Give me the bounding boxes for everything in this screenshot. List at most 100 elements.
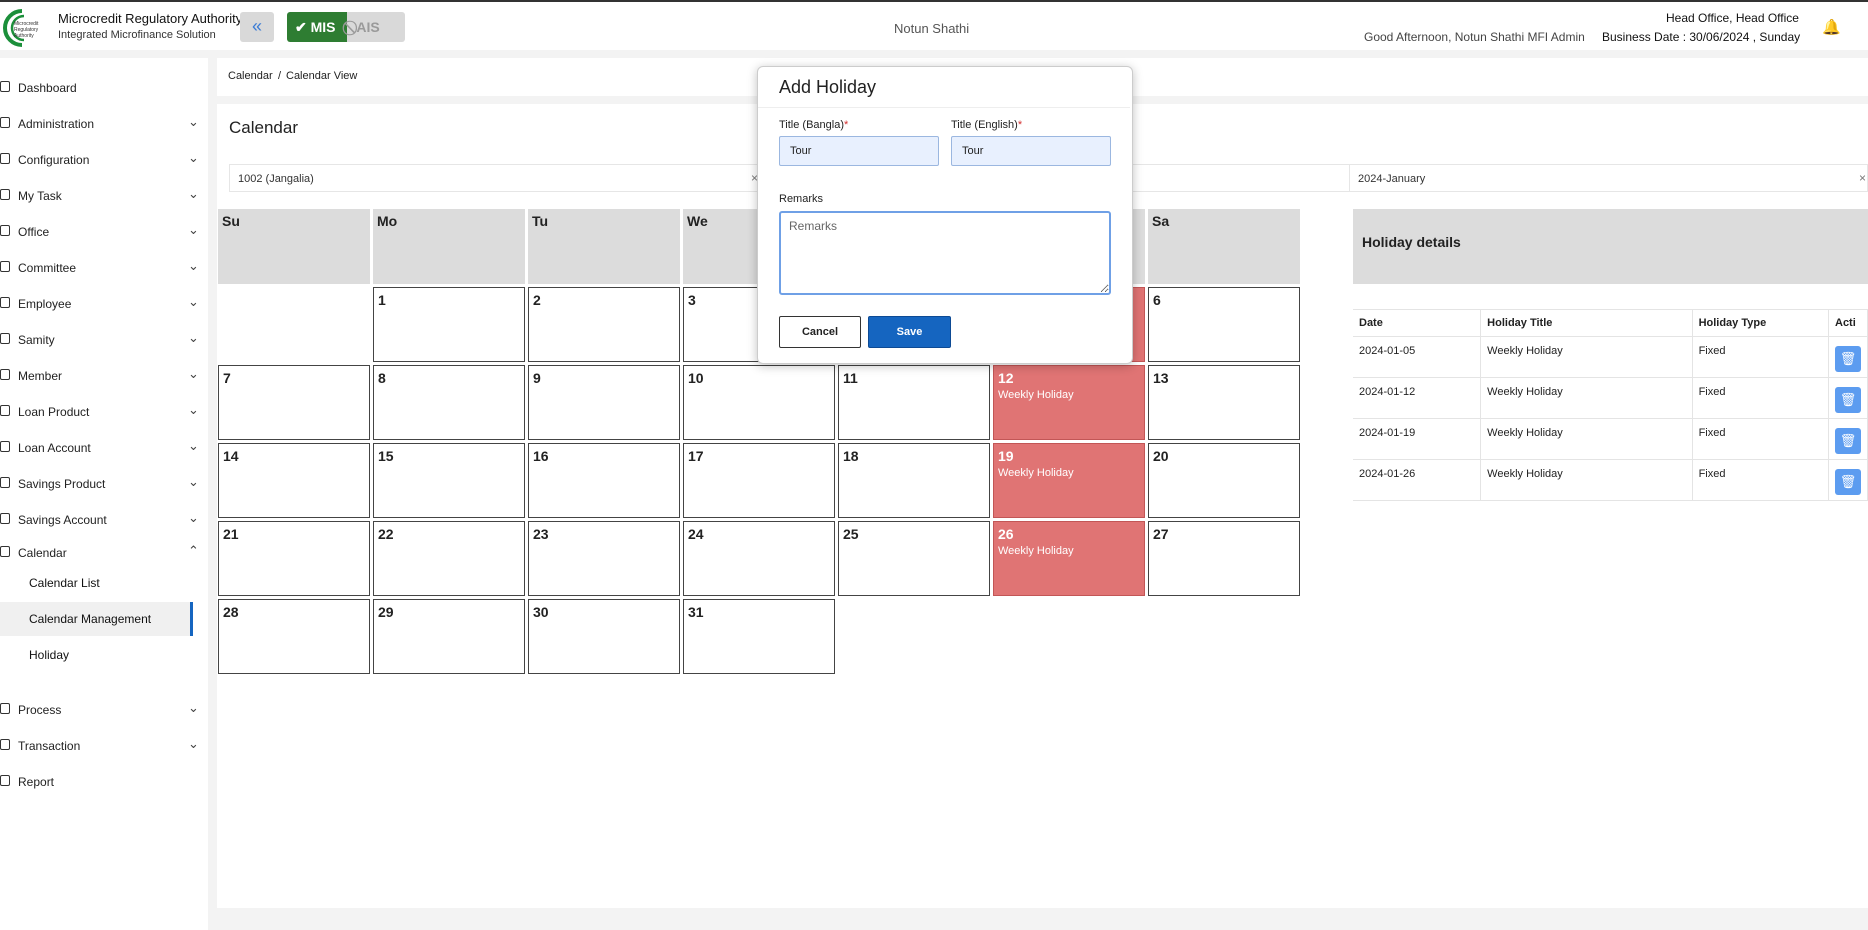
day-cell[interactable]: 1 <box>373 287 525 362</box>
modal-title: Add Holiday <box>779 77 877 97</box>
collapse-sidebar-button[interactable]: « <box>240 12 274 42</box>
holiday-day-cell[interactable]: 19 Weekly Holiday <box>993 443 1145 518</box>
day-cell[interactable]: 10 <box>683 365 835 440</box>
cancel-button[interactable]: Cancel <box>779 316 861 348</box>
day-cell[interactable]: 18 <box>838 443 990 518</box>
holiday-day-cell[interactable]: 26 Weekly Holiday <box>993 521 1145 596</box>
day-cell[interactable]: 21 <box>218 521 370 596</box>
day-cell[interactable]: 14 <box>218 443 370 518</box>
sidebar-item-report[interactable]: Report <box>0 767 208 797</box>
delete-holiday-button[interactable]: 🗑 <box>1835 428 1861 454</box>
cell-type: Fixed <box>1692 377 1830 419</box>
day-cell[interactable]: 11 <box>838 365 990 440</box>
holiday-event-label[interactable]: Weekly Holiday <box>998 545 1074 557</box>
sidebar: Dashboard Administration ⌄ Configuration ⌄ My… <box>0 58 208 930</box>
breadcrumb-parent[interactable]: Calendar <box>228 70 273 82</box>
clear-month-icon[interactable]: × <box>1859 171 1866 185</box>
chevron-down-icon: ⌄ <box>188 186 199 201</box>
sidebar-item-committee[interactable]: Committee ⌄ <box>0 253 208 283</box>
sidebar-item-label: Employee <box>18 297 72 311</box>
day-cell[interactable]: 17 <box>683 443 835 518</box>
sidebar-subitem-label: Calendar List <box>29 576 100 590</box>
top-bar: Microcredit Regulatory Authority Microcr… <box>0 0 1868 50</box>
chevron-down-icon: ⌄ <box>188 150 199 165</box>
day-cell[interactable]: 13 <box>1148 365 1300 440</box>
day-cell[interactable]: 9 <box>528 365 680 440</box>
holiday-event-label[interactable]: Weekly Holiday <box>998 389 1074 401</box>
day-number: 24 <box>688 526 704 542</box>
sidebar-item-process[interactable]: Process ⌄ <box>0 695 208 725</box>
day-cell[interactable]: 22 <box>373 521 525 596</box>
sidebar-item-office[interactable]: Office ⌄ <box>0 217 208 247</box>
title-bangla-label: Title (Bangla)* <box>779 119 848 131</box>
office-select[interactable]: 1002 (Jangalia) × <box>229 164 771 192</box>
sidebar-item-savings-product[interactable]: Savings Product ⌄ <box>0 469 208 499</box>
day-cell[interactable]: 24 <box>683 521 835 596</box>
day-cell[interactable]: 15 <box>373 443 525 518</box>
ais-button[interactable]: ⃠ AIS <box>347 12 405 42</box>
day-number: 10 <box>688 370 704 386</box>
sidebar-subitem-holiday[interactable]: Holiday <box>0 638 190 672</box>
day-cell[interactable]: 23 <box>528 521 680 596</box>
mis-label: MIS <box>310 19 336 35</box>
day-header: Sa <box>1148 209 1300 284</box>
day-cell[interactable]: 27 <box>1148 521 1300 596</box>
sidebar-subitem-calendar-list[interactable]: Calendar List <box>0 566 190 600</box>
sidebar-item-dashboard[interactable]: Dashboard <box>0 73 208 103</box>
delete-holiday-button[interactable]: 🗑 <box>1835 387 1861 413</box>
day-cell[interactable]: 28 <box>218 599 370 674</box>
day-cell[interactable]: 29 <box>373 599 525 674</box>
day-number: 9 <box>533 370 541 386</box>
day-number: 23 <box>533 526 549 542</box>
sidebar-item-administration[interactable]: Administration ⌄ <box>0 109 208 139</box>
day-cell[interactable]: 6 <box>1148 287 1300 362</box>
day-cell[interactable]: 20 <box>1148 443 1300 518</box>
month-select[interactable]: 2024-January × <box>1349 164 1868 192</box>
day-header: Tu <box>528 209 680 284</box>
page-title: Calendar <box>229 118 298 137</box>
day-header-label: We <box>687 213 708 229</box>
save-button[interactable]: Save <box>868 316 951 348</box>
sidebar-item-loan-account[interactable]: Loan Account ⌄ <box>0 433 208 463</box>
required-mark: * <box>1017 119 1023 131</box>
sidebar-subitem-label: Holiday <box>29 648 70 662</box>
sidebar-item-label: Process <box>18 703 62 717</box>
bell-icon[interactable]: 🔔 <box>1822 18 1841 36</box>
day-cell[interactable]: 8 <box>373 365 525 440</box>
remarks-textarea[interactable] <box>779 211 1111 295</box>
chevron-down-icon: ⌄ <box>188 258 199 273</box>
day-cell[interactable]: 2 <box>528 287 680 362</box>
sidebar-item-samity[interactable]: Samity ⌄ <box>0 325 208 355</box>
sidebar-item-label: Member <box>18 369 63 383</box>
chevron-down-icon: ⌄ <box>188 438 199 453</box>
title-english-input[interactable]: Tour <box>951 136 1111 166</box>
delete-holiday-button[interactable]: 🗑 <box>1835 346 1861 372</box>
day-cell[interactable]: 30 <box>528 599 680 674</box>
mis-button[interactable]: ✔ MIS <box>287 12 347 42</box>
sidebar-item-my-task[interactable]: My Task ⌄ <box>0 181 208 211</box>
sidebar-item-member[interactable]: Member ⌄ <box>0 361 208 391</box>
delete-holiday-button[interactable]: 🗑 <box>1835 469 1861 495</box>
holiday-event-label[interactable]: Weekly Holiday <box>998 467 1074 479</box>
sidebar-item-savings-account[interactable]: Savings Account ⌄ <box>0 505 208 535</box>
day-number: 25 <box>843 526 859 542</box>
sidebar-item-label: Savings Account <box>18 513 107 527</box>
sidebar-item-loan-product[interactable]: Loan Product ⌄ <box>0 397 208 427</box>
day-cell[interactable]: 25 <box>838 521 990 596</box>
cell-date: 2024-01-05 <box>1353 336 1482 378</box>
day-cell[interactable]: 7 <box>218 365 370 440</box>
sidebar-item-employee[interactable]: Employee ⌄ <box>0 289 208 319</box>
sidebar-item-label: Dashboard <box>18 81 77 95</box>
sidebar-item-configuration[interactable]: Configuration ⌄ <box>0 145 208 175</box>
sidebar-subitem-calendar-management[interactable]: Calendar Management <box>0 602 193 636</box>
sidebar-item-label: Loan Product <box>18 405 90 419</box>
col-date: Date <box>1353 309 1482 337</box>
day-cell[interactable]: 16 <box>528 443 680 518</box>
title-bangla-input[interactable]: Tour <box>779 136 939 166</box>
day-cell[interactable]: 31 <box>683 599 835 674</box>
holiday-day-cell[interactable]: 12 Weekly Holiday <box>993 365 1145 440</box>
sidebar-item-transaction[interactable]: Transaction ⌄ <box>0 731 208 761</box>
sidebar-item-calendar[interactable]: Calendar ⌃ <box>0 538 208 568</box>
sidebar-item-label: Administration <box>18 117 95 131</box>
office-name: Head Office, Head Office <box>1666 11 1799 25</box>
